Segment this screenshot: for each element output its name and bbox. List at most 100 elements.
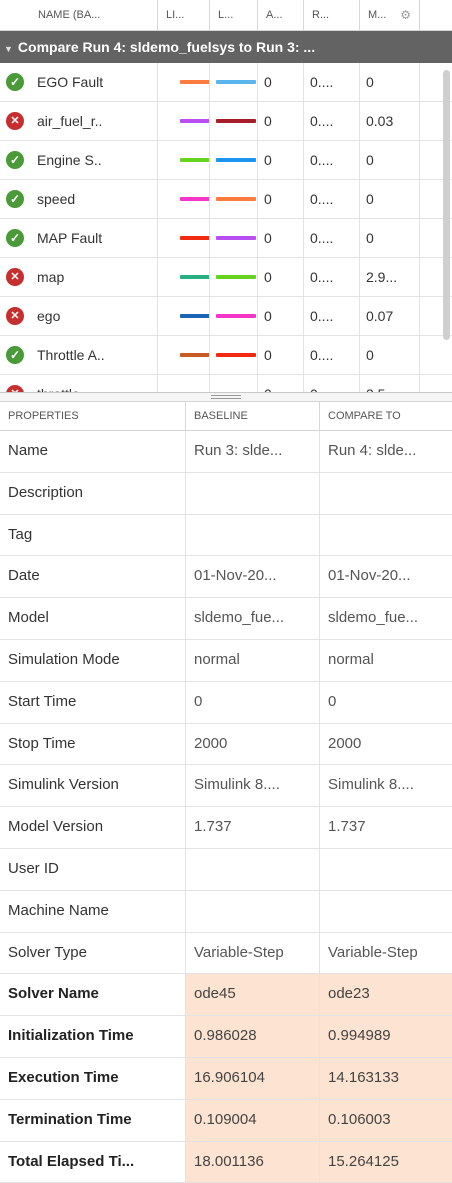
- compare-line-swatch: [216, 236, 256, 240]
- baseline-value: [186, 890, 320, 932]
- compare-line-style[interactable]: [210, 102, 258, 140]
- baseline-line-style[interactable]: [158, 258, 210, 296]
- abs-tol-cell: 0: [258, 102, 304, 140]
- compare-line-column-header[interactable]: L...: [210, 0, 258, 30]
- baseline-line-column-header[interactable]: LI...: [158, 0, 210, 30]
- signal-row[interactable]: ✓ Throttle A.. 0 0.... 0: [0, 336, 452, 375]
- properties-column-header[interactable]: PROPERTIES: [0, 402, 186, 430]
- compare-line-style[interactable]: [210, 141, 258, 179]
- baseline-value: [186, 848, 320, 890]
- signal-row[interactable]: ✓ EGO Fault 0 0.... 0: [0, 63, 452, 102]
- baseline-line-style[interactable]: [158, 219, 210, 257]
- rel-tol-cell: 0....: [304, 375, 360, 392]
- property-row[interactable]: Name Run 3: slde... Run 4: slde...: [0, 431, 452, 473]
- baseline-line-style[interactable]: [158, 336, 210, 374]
- abs-tol-cell: 0: [258, 141, 304, 179]
- signals-header: NAME (BA... LI... L... A... R... M... ⚙: [0, 0, 452, 31]
- baseline-value: sldemo_fue...: [186, 598, 320, 639]
- baseline-column-header[interactable]: BASELINE: [186, 402, 320, 430]
- property-row[interactable]: Tag: [0, 514, 452, 557]
- signal-row[interactable]: ✕ map 0 0.... 2.9...: [0, 258, 452, 297]
- property-name: Machine Name: [0, 890, 186, 932]
- caret-down-icon[interactable]: ▼: [4, 44, 13, 54]
- compare-value: [320, 515, 452, 556]
- properties-header: PROPERTIES BASELINE COMPARE TO: [0, 402, 452, 431]
- baseline-value: [186, 514, 320, 556]
- abs-tol-column-header[interactable]: A...: [258, 0, 304, 30]
- property-name: Simulink Version: [0, 765, 186, 807]
- baseline-line-swatch: [180, 314, 209, 318]
- signal-row[interactable]: ✕throttle00....3.5...: [0, 375, 452, 392]
- property-row[interactable]: Initialization Time 0.986028 0.994989: [0, 1016, 452, 1058]
- compare-value: ode23: [320, 974, 452, 1016]
- signal-row[interactable]: ✓ MAP Fault 0 0.... 0: [0, 219, 452, 258]
- property-row[interactable]: Simulink Version Simulink 8.... Simulink 8…: [0, 765, 452, 808]
- property-row[interactable]: Simulation Mode normal normal: [0, 639, 452, 682]
- baseline-line-swatch: [180, 158, 209, 162]
- compare-line-style[interactable]: [210, 63, 258, 101]
- status-column-header[interactable]: [0, 0, 30, 30]
- property-row[interactable]: Execution Time 16.906104 14.163133: [0, 1057, 452, 1100]
- compare-line-style[interactable]: [210, 180, 258, 218]
- property-name: Start Time: [0, 681, 186, 723]
- signal-row[interactable]: ✓ Engine S.. 0 0.... 0: [0, 141, 452, 180]
- property-row[interactable]: Solver Name ode45 ode23: [0, 974, 452, 1017]
- baseline-line-style[interactable]: [158, 297, 210, 335]
- comparison-group-row[interactable]: ▼ Compare Run 4: sldemo_fuelsys to Run 3:…: [0, 31, 452, 63]
- gear-icon[interactable]: ⚙: [400, 0, 411, 30]
- compare-to-column-header[interactable]: COMPARE TO: [320, 402, 452, 430]
- property-row[interactable]: User ID: [0, 848, 452, 891]
- max-diff-cell: 0: [360, 336, 420, 374]
- rel-tol-column-header[interactable]: R...: [304, 0, 360, 30]
- property-row[interactable]: Start Time 0 0: [0, 681, 452, 724]
- compare-line-swatch: [216, 197, 256, 201]
- compare-value: Simulink 8....: [328, 776, 414, 794]
- property-name: Description: [0, 472, 186, 514]
- compare-line-style[interactable]: [210, 258, 258, 296]
- signal-name: map: [0, 258, 158, 296]
- splitter-grip-icon[interactable]: [211, 395, 241, 399]
- property-row[interactable]: Description: [0, 472, 452, 515]
- compare-line-style[interactable]: [210, 375, 258, 392]
- property-row[interactable]: Total Elapsed Ti... 18.001136 15.264125: [0, 1141, 452, 1183]
- baseline-line-swatch: [180, 236, 209, 240]
- signals-panel: NAME (BA... LI... L... A... R... M... ⚙ …: [0, 0, 452, 392]
- property-row[interactable]: Machine Name: [0, 890, 452, 933]
- compare-value: 0.994989: [320, 1016, 452, 1057]
- signal-row[interactable]: ✓ speed 0 0.... 0: [0, 180, 452, 219]
- property-row[interactable]: Stop Time 2000 2000: [0, 723, 452, 766]
- property-row[interactable]: Model sldemo_fue... sldemo_fue...: [0, 598, 452, 640]
- property-name: Termination Time: [0, 1099, 186, 1141]
- compare-line-swatch: [216, 314, 256, 318]
- compare-line-style[interactable]: [210, 219, 258, 257]
- baseline-line-style[interactable]: [158, 102, 210, 140]
- compare-value: 01-Nov-20...: [328, 567, 411, 585]
- baseline-line-swatch: [180, 80, 209, 84]
- properties-panel: PROPERTIES BASELINE COMPARE TO Name Run 3…: [0, 402, 452, 1183]
- compare-value: Variable-Step: [328, 943, 418, 961]
- panel-splitter[interactable]: [0, 392, 452, 402]
- name-column-header[interactable]: NAME (BA...: [30, 0, 158, 30]
- baseline-line-style[interactable]: [158, 141, 210, 179]
- baseline-value: normal: [186, 639, 320, 681]
- signal-row[interactable]: ✕ ego 0 0.... 0.07: [0, 297, 452, 336]
- compare-line-style[interactable]: [210, 336, 258, 374]
- signal-row[interactable]: ✕ air_fuel_r.. 0 0.... 0.03: [0, 102, 452, 141]
- compare-value: 15.264125: [320, 1141, 452, 1183]
- compare-value: [320, 891, 452, 932]
- compare-line-swatch: [216, 353, 256, 357]
- signals-scrollbar[interactable]: [443, 70, 450, 340]
- signal-rows: ✓ EGO Fault 0 0.... 0 ✕ air_fuel_r.. 0 0.... 0.03…: [0, 63, 452, 392]
- property-row[interactable]: Model Version 1.737 1.737: [0, 807, 452, 849]
- rel-tol-cell: 0....: [304, 180, 360, 218]
- baseline-line-style[interactable]: [158, 180, 210, 218]
- property-row[interactable]: Solver Type Variable-Step Variable-Step: [0, 932, 452, 975]
- baseline-line-style[interactable]: [158, 375, 210, 392]
- abs-tol-cell: 0: [258, 219, 304, 257]
- max-diff-column-header[interactable]: M... ⚙: [360, 0, 420, 30]
- property-name: Solver Name: [0, 974, 186, 1016]
- baseline-line-style[interactable]: [158, 63, 210, 101]
- property-row[interactable]: Date 01-Nov-20... 01-Nov-20...: [0, 556, 452, 599]
- property-row[interactable]: Termination Time 0.109004 0.106003: [0, 1099, 452, 1142]
- compare-line-style[interactable]: [210, 297, 258, 335]
